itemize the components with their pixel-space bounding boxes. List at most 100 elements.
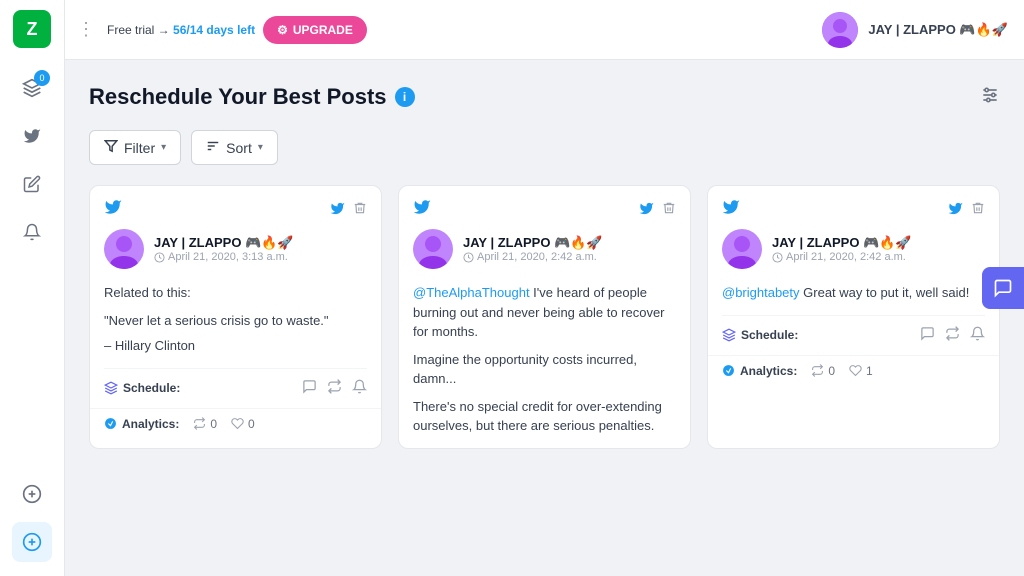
card-header-3 — [708, 186, 999, 229]
avatar-3 — [722, 229, 762, 269]
body-text-3: Great way to put it, well said! — [800, 285, 970, 300]
sidebar-item-add[interactable] — [12, 474, 52, 514]
upgrade-icon: ⚙ — [277, 23, 288, 37]
bell-icon-3[interactable] — [970, 326, 985, 345]
sort-chevron: ▾ — [258, 142, 263, 153]
card-body-author-1: – Hillary Clinton — [104, 336, 367, 356]
card-body-text-2: @TheAlphaThought I've heard of people bu… — [413, 283, 676, 342]
comment-icon-3[interactable] — [920, 326, 935, 345]
filter-label: Filter — [124, 140, 155, 156]
sidebar-item-layers[interactable]: 0 — [12, 68, 52, 108]
card-header-2 — [399, 186, 690, 229]
sort-label: Sort — [226, 140, 252, 156]
date-text-3: April 21, 2020, 2:42 a.m. — [786, 251, 906, 263]
sidebar-item-bell[interactable] — [12, 212, 52, 252]
card-body-1: Related to this: "Never let a serious cr… — [90, 279, 381, 368]
retweet-icon-3[interactable] — [945, 326, 960, 345]
mention-3: @brightabety — [722, 285, 800, 300]
card-footer-1: Schedule: — [90, 369, 381, 408]
trial-text: Free trial → 56/14 days left — [107, 23, 255, 37]
schedule-label-1: Schedule: — [104, 381, 180, 395]
user-date-2: April 21, 2020, 2:42 a.m. — [463, 251, 603, 263]
user-date-3: April 21, 2020, 2:42 a.m. — [772, 251, 912, 263]
user-info-3: JAY | ZLAPPO 🎮🔥🚀 April 21, 2020, 2:42 a.… — [772, 235, 912, 263]
retweet-stat-3: 0 — [811, 364, 835, 378]
post-card-3: JAY | ZLAPPO 🎮🔥🚀 April 21, 2020, 2:42 a.… — [707, 185, 1000, 449]
avatar-1 — [104, 229, 144, 269]
body-text3-2: There's no special credit for over-exten… — [413, 397, 676, 436]
comment-icon-1[interactable] — [302, 379, 317, 398]
page-title-group: Reschedule Your Best Posts i — [89, 84, 415, 110]
analytics-label-3: Analytics: — [722, 364, 797, 378]
sidebar-item-twitter[interactable] — [12, 116, 52, 156]
card-body-label-1: Related to this: — [104, 283, 367, 303]
mention-2: @TheAlphaThought — [413, 285, 530, 300]
card-twitter-action-3[interactable] — [948, 201, 963, 219]
filter-chevron: ▾ — [161, 142, 166, 153]
schedule-label-3: Schedule: — [722, 328, 798, 342]
retweet-icon-1[interactable] — [327, 379, 342, 398]
card-twitter-action-1[interactable] — [330, 201, 345, 219]
avatar[interactable] — [822, 12, 858, 48]
card-analytics-3: Analytics: 0 1 — [708, 355, 999, 386]
date-text-1: April 21, 2020, 3:13 a.m. — [168, 251, 288, 263]
main-content: Reschedule Your Best Posts i Filter ▾ — [65, 60, 1024, 576]
like-stat-1: 0 — [231, 417, 255, 431]
like-count-1: 0 — [248, 417, 255, 431]
app-logo[interactable]: Z — [13, 10, 51, 48]
card-header-1 — [90, 186, 381, 229]
upgrade-label: UPGRADE — [293, 23, 353, 37]
card-analytics-1: Analytics: 0 0 — [90, 408, 381, 439]
card-footer-3: Schedule: — [708, 316, 999, 355]
date-text-2: April 21, 2020, 2:42 a.m. — [477, 251, 597, 263]
username: JAY | ZLAPPO 🎮🔥🚀 — [868, 22, 1008, 38]
card-actions-3 — [948, 201, 985, 219]
like-stat-3: 1 — [849, 364, 873, 378]
card-body-2: @TheAlphaThought I've heard of people bu… — [399, 279, 690, 448]
card-delete-3[interactable] — [971, 201, 985, 218]
post-card-2: JAY | ZLAPPO 🎮🔥🚀 April 21, 2020, 2:42 a.… — [398, 185, 691, 449]
user-name-2: JAY | ZLAPPO 🎮🔥🚀 — [463, 235, 603, 251]
notification-badge: 0 — [34, 70, 50, 86]
menu-dots[interactable]: ⋮ — [73, 15, 99, 44]
settings-icon[interactable] — [980, 85, 1000, 110]
chat-float-button[interactable] — [982, 267, 1024, 309]
topbar: ⋮ Free trial → 56/14 days left ⚙ UPGRADE… — [65, 0, 1024, 60]
card-actions-2 — [639, 201, 676, 219]
sidebar-item-edit[interactable] — [12, 164, 52, 204]
body-text2-2: Imagine the opportunity costs incurred, … — [413, 350, 676, 389]
card-delete-1[interactable] — [353, 201, 367, 218]
card-delete-2[interactable] — [662, 201, 676, 218]
page-header: Reschedule Your Best Posts i — [89, 84, 1000, 110]
retweet-count-1: 0 — [210, 417, 217, 431]
trial-highlight: 56/14 days left — [173, 23, 255, 37]
upgrade-button[interactable]: ⚙ UPGRADE — [263, 16, 367, 44]
topbar-left: ⋮ Free trial → 56/14 days left ⚙ UPGRADE — [73, 15, 367, 44]
user-info-2: JAY | ZLAPPO 🎮🔥🚀 April 21, 2020, 2:42 a.… — [463, 235, 603, 263]
card-actions-1 — [330, 201, 367, 219]
sort-button[interactable]: Sort ▾ — [191, 130, 278, 165]
like-count-3: 1 — [866, 364, 873, 378]
info-icon[interactable]: i — [395, 87, 415, 107]
card-twitter-icon-2 — [413, 198, 431, 221]
user-name-1: JAY | ZLAPPO 🎮🔥🚀 — [154, 235, 294, 251]
sidebar-item-circle-check[interactable] — [12, 522, 52, 562]
retweet-count-3: 0 — [828, 364, 835, 378]
cards-grid: JAY | ZLAPPO 🎮🔥🚀 April 21, 2020, 3:13 a.… — [89, 185, 1000, 449]
topbar-right: JAY | ZLAPPO 🎮🔥🚀 — [822, 12, 1008, 48]
sort-icon — [206, 139, 220, 156]
sidebar: Z 0 — [0, 0, 65, 576]
card-body-3: @brightabety Great way to put it, well s… — [708, 279, 999, 315]
schedule-icons-1 — [302, 379, 367, 398]
user-date-1: April 21, 2020, 3:13 a.m. — [154, 251, 294, 263]
toolbar: Filter ▾ Sort ▾ — [89, 130, 1000, 165]
card-user-1: JAY | ZLAPPO 🎮🔥🚀 April 21, 2020, 3:13 a.… — [90, 229, 381, 279]
card-body-text-3: @brightabety Great way to put it, well s… — [722, 283, 985, 303]
bell-icon-1[interactable] — [352, 379, 367, 398]
card-user-3: JAY | ZLAPPO 🎮🔥🚀 April 21, 2020, 2:42 a.… — [708, 229, 999, 279]
retweet-stat-1: 0 — [193, 417, 217, 431]
filter-button[interactable]: Filter ▾ — [89, 130, 181, 165]
user-name-3: JAY | ZLAPPO 🎮🔥🚀 — [772, 235, 912, 251]
card-twitter-icon-3 — [722, 198, 740, 221]
card-twitter-action-2[interactable] — [639, 201, 654, 219]
